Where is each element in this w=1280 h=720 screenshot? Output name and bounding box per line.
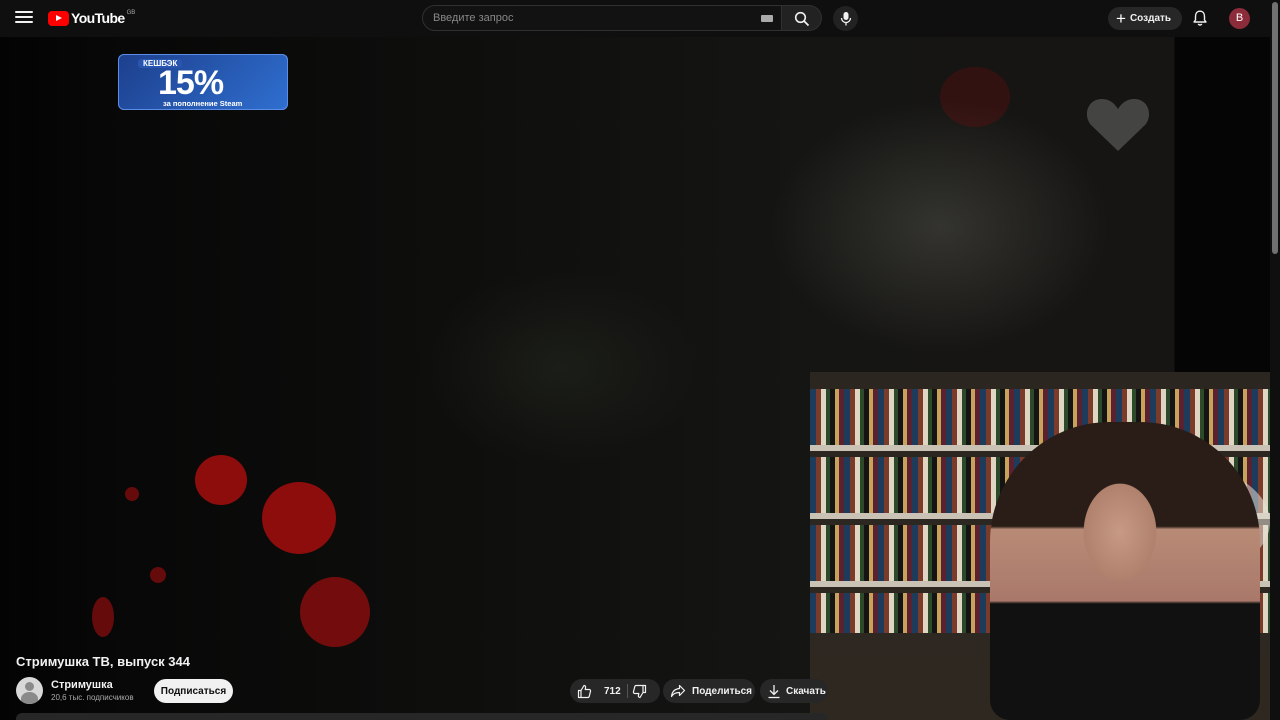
search-box <box>422 5 782 31</box>
voice-search-button[interactable] <box>833 6 858 31</box>
video-title: Стримушка ТВ, выпуск 344 <box>16 654 190 669</box>
search-button[interactable] <box>782 5 822 31</box>
description-box[interactable] <box>16 713 828 720</box>
download-label: Скачать <box>786 685 826 697</box>
channel-avatar[interactable] <box>16 677 43 704</box>
share-label: Поделиться <box>692 685 753 697</box>
create-label: Создать <box>1129 13 1172 24</box>
dislike-button[interactable] <box>630 679 658 703</box>
search-input[interactable] <box>433 6 753 30</box>
share-icon <box>670 684 686 698</box>
subscriber-count: 20,6 тыс. подписчиков <box>51 693 134 702</box>
scrollbar-thumb[interactable] <box>1272 2 1278 254</box>
video-scene-splatter <box>262 482 336 554</box>
like-count: 712 <box>604 685 621 697</box>
video-scene-splatter <box>300 577 370 647</box>
download-icon <box>768 684 780 698</box>
video-scene-splatter <box>125 487 139 501</box>
download-button[interactable]: Скачать <box>760 679 828 703</box>
like-icon <box>577 684 592 698</box>
youtube-logo[interactable]: YouTube GB <box>48 10 135 28</box>
top-bar: YouTube GB + Создать B <box>0 0 1270 37</box>
cashback-promo-banner: КЕШБЭК 15% за пополнение Steam <box>118 54 288 110</box>
mic-icon <box>840 11 851 25</box>
dislike-icon <box>632 684 647 699</box>
logo-text: YouTube <box>71 10 125 26</box>
country-code: GB <box>126 10 136 16</box>
like-divider <box>627 684 628 698</box>
subscribe-button[interactable]: Подписаться <box>154 679 233 703</box>
create-button[interactable]: + Создать <box>1108 7 1182 30</box>
youtube-logo-icon <box>48 11 69 26</box>
plus-icon: + <box>1116 8 1126 28</box>
channel-name[interactable]: Стримушка <box>51 679 113 691</box>
promo-percent: 15% <box>158 64 224 102</box>
streamer <box>990 422 1260 720</box>
video-scene-splatter <box>940 67 1010 127</box>
bell-icon <box>1193 10 1207 26</box>
video-scene-splatter <box>150 567 166 583</box>
bookshelf <box>810 389 1270 445</box>
notifications-button[interactable] <box>1191 9 1209 27</box>
promo-subtitle: за пополнение Steam <box>163 99 243 108</box>
like-button[interactable]: 712 <box>570 679 627 703</box>
video-scene-splatter <box>92 597 114 637</box>
heart-icon <box>1086 99 1150 151</box>
search-icon <box>794 11 810 27</box>
video-player[interactable] <box>0 37 1270 720</box>
like-dislike-group: 712 <box>570 679 660 703</box>
keyboard-icon[interactable] <box>761 15 773 22</box>
account-avatar[interactable]: B <box>1229 8 1250 29</box>
menu-icon[interactable] <box>14 8 34 28</box>
share-button[interactable]: Поделиться <box>663 679 755 703</box>
video-scene-splatter <box>195 455 247 505</box>
